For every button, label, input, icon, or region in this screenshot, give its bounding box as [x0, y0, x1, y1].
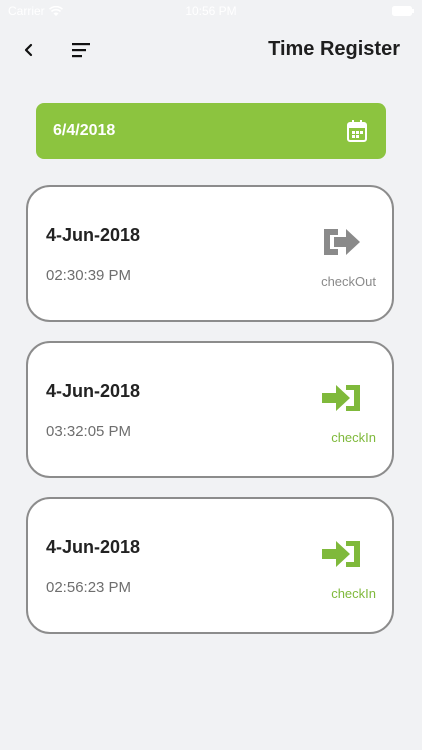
entry-time: 02:56:23 PM	[46, 579, 132, 596]
login-icon	[322, 541, 360, 567]
logout-icon	[324, 229, 360, 255]
entry-type-label: checkIn	[331, 586, 376, 601]
entry-time: 03:32:05 PM	[46, 423, 132, 440]
entry-type-label: checkIn	[331, 430, 376, 445]
page-title: Time Register	[268, 38, 400, 60]
time-entry-card[interactable]: 4-Jun-2018 02:30:39 PM checkOut	[26, 185, 394, 322]
calendar-icon	[347, 120, 367, 142]
status-time: 10:56 PM	[185, 4, 237, 18]
back-chevron-icon[interactable]	[20, 40, 38, 60]
entry-date: 4-Jun-2018	[46, 381, 141, 401]
login-icon	[322, 385, 360, 411]
entry-type-label: checkOut	[321, 274, 376, 289]
battery-icon	[392, 6, 414, 16]
time-entry-card[interactable]: 4-Jun-2018 02:56:23 PM checkIn	[26, 497, 394, 634]
time-entry-card[interactable]: 4-Jun-2018 03:32:05 PM checkIn	[26, 341, 394, 478]
status-bar: Carrier 10:56 PM	[0, 0, 422, 22]
navigation-bar: Time Register	[0, 30, 422, 70]
entry-date: 4-Jun-2018	[46, 537, 141, 557]
entry-date: 4-Jun-2018	[46, 225, 141, 245]
date-picker-button[interactable]: 6/4/2018	[36, 103, 386, 159]
sort-menu-icon[interactable]	[70, 40, 94, 60]
entry-time: 02:30:39 PM	[46, 267, 132, 284]
selected-date: 6/4/2018	[53, 122, 116, 139]
